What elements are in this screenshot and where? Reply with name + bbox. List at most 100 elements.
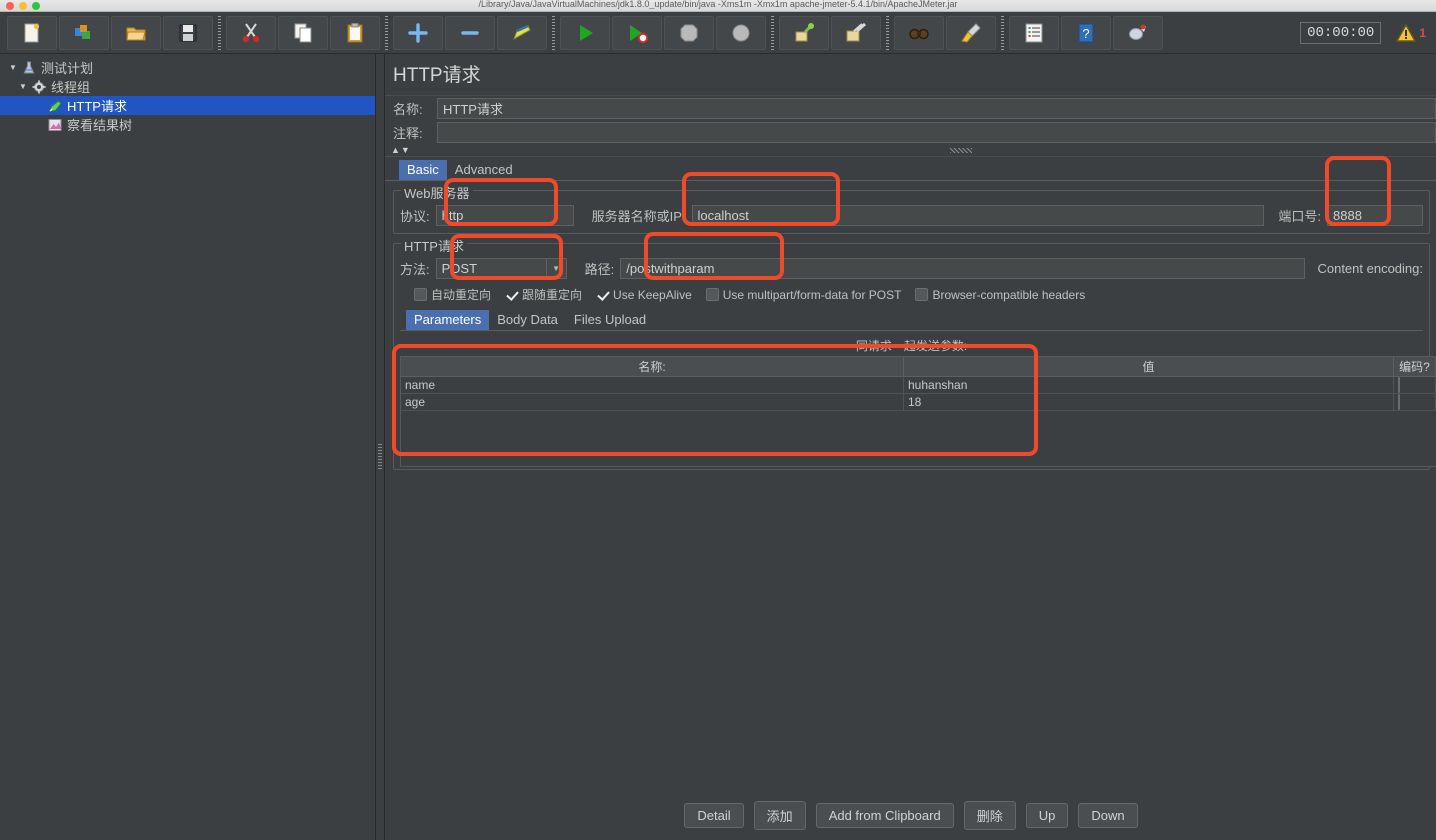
path-input[interactable]	[620, 258, 1306, 279]
delete-button[interactable]: 删除	[963, 801, 1016, 830]
method-path-row: 方法: ▼ 路径: Content encoding:	[400, 258, 1423, 279]
tab-basic[interactable]: Basic	[399, 160, 447, 180]
panel-splitter[interactable]	[376, 54, 384, 840]
resize-handle[interactable]	[950, 148, 972, 153]
tab-body-data[interactable]: Body Data	[489, 310, 566, 330]
down-button[interactable]: Down	[1078, 803, 1138, 828]
detail-button[interactable]: Detail	[684, 803, 744, 828]
checkbox-box[interactable]	[915, 288, 929, 301]
warning-indicator[interactable]: 1	[1395, 23, 1426, 43]
toolbar-group-edit	[225, 15, 381, 50]
checkbox-box[interactable]	[414, 288, 427, 301]
cell-param-value[interactable]: 18	[903, 393, 1394, 411]
comment-row: 注释:	[385, 120, 1436, 144]
column-header-name[interactable]: 名称:	[401, 357, 904, 377]
add-button[interactable]: 添加	[753, 801, 806, 830]
main-toolbar: ? 00:00:00 1	[0, 12, 1436, 54]
sidebar-item-view-results-tree[interactable]: 察看结果树	[0, 115, 375, 134]
name-row: 名称:	[385, 96, 1436, 120]
bird-button[interactable]	[1113, 15, 1163, 50]
clear-button[interactable]	[779, 15, 829, 50]
collapse-expand-row[interactable]: ▲ ▼	[385, 144, 1436, 157]
table-row[interactable]: name huhanshan	[401, 376, 1436, 394]
checkbox-browser-compatible-headers[interactable]: Browser-compatible headers	[915, 288, 1085, 302]
table-empty-area[interactable]	[401, 411, 1436, 466]
help-button[interactable]: ?	[1061, 15, 1111, 50]
toolbar-separator	[771, 15, 774, 50]
sidebar-item-thread-group[interactable]: ▼ 线程组	[0, 77, 375, 96]
checkbox-label: 自动重定向	[431, 288, 492, 302]
checkbox-auto-redirect[interactable]: 自动重定向	[414, 286, 491, 303]
table-header-row: 名称: 值 编码?	[401, 357, 1436, 377]
start-no-pauses-button[interactable]	[612, 15, 662, 50]
comment-input[interactable]	[437, 121, 1436, 143]
templates-button[interactable]	[59, 15, 109, 50]
search-button[interactable]	[894, 15, 944, 50]
port-input[interactable]	[1327, 205, 1423, 226]
cut-button[interactable]	[226, 15, 276, 50]
add-from-clipboard-button[interactable]: Add from Clipboard	[815, 803, 954, 828]
chevron-down-icon[interactable]: ▼	[545, 258, 567, 279]
method-input[interactable]	[435, 258, 546, 279]
tab-files-upload[interactable]: Files Upload	[566, 310, 654, 330]
protocol-input[interactable]	[435, 205, 574, 226]
checkbox-box[interactable]	[596, 288, 610, 301]
clear-all-button[interactable]	[831, 15, 881, 50]
params-caption: 同请求一起发送参数:	[855, 339, 968, 353]
http-request-group: HTTP请求 方法: ▼ 路径: Content encoding: 自动重定向	[393, 236, 1436, 470]
collapse-up-icon[interactable]: ▲	[391, 145, 400, 155]
web-server-row: 协议: 服务器名称或IP: 端口号:	[400, 205, 1423, 226]
window-titlebar: /Library/Java/JavaVirtualMachines/jdk1.8…	[0, 0, 1436, 12]
new-button[interactable]	[7, 15, 57, 50]
sidebar-item-label: HTTP请求	[67, 99, 127, 114]
shutdown-button[interactable]	[716, 15, 766, 50]
open-button[interactable]	[111, 15, 161, 50]
reset-search-button[interactable]	[946, 15, 996, 50]
up-button[interactable]: Up	[1025, 803, 1069, 828]
toolbar-group-clear	[778, 15, 882, 50]
checkbox-follow-redirects[interactable]: 跟随重定向	[505, 286, 582, 303]
run-timer: 00:00:00	[1300, 21, 1382, 44]
encode-checkbox[interactable]	[1398, 394, 1400, 410]
svg-text:?: ?	[1082, 26, 1089, 41]
encode-checkbox[interactable]	[1398, 377, 1400, 393]
cell-param-encode[interactable]	[1393, 376, 1436, 394]
params-button-bar: Detail 添加 Add from Clipboard 删除 Up Down	[385, 801, 1436, 830]
sidebar-item-http-request[interactable]: HTTP请求	[0, 96, 375, 115]
web-server-group-title: Web服务器	[401, 183, 473, 202]
tab-parameters[interactable]: Parameters	[406, 310, 490, 330]
column-header-value[interactable]: 值	[903, 357, 1394, 377]
copy-button[interactable]	[278, 15, 328, 50]
start-button[interactable]	[560, 15, 610, 50]
server-name-input[interactable]	[691, 205, 1265, 226]
table-row[interactable]: age 18	[401, 393, 1436, 411]
checkbox-use-multipart[interactable]: Use multipart/form-data for POST	[705, 288, 901, 302]
checkbox-box[interactable]	[505, 288, 519, 301]
cell-param-name[interactable]: age	[401, 393, 904, 411]
cell-param-name[interactable]: name	[401, 376, 904, 394]
parameters-table[interactable]: 名称: 值 编码? name huhanshan age 18	[400, 356, 1436, 467]
expand-all-button[interactable]	[393, 15, 443, 50]
collapse-down-icon[interactable]: ▼	[401, 145, 410, 155]
cell-param-value[interactable]: huhanshan	[903, 376, 1394, 394]
checkbox-use-keepalive[interactable]: Use KeepAlive	[596, 288, 692, 302]
tab-advanced[interactable]: Advanced	[447, 160, 521, 180]
sidebar-item-test-plan[interactable]: ▼ 测试计划	[0, 58, 375, 77]
collapse-all-button[interactable]	[445, 15, 495, 50]
function-helper-button[interactable]	[1009, 15, 1059, 50]
protocol-label: 协议:	[400, 209, 430, 224]
cell-param-encode[interactable]	[1393, 393, 1436, 411]
toggle-pencil-button[interactable]	[497, 15, 547, 50]
name-input[interactable]	[437, 97, 1436, 119]
method-combo[interactable]: ▼	[435, 258, 567, 279]
twisty-icon[interactable]: ▼	[16, 82, 30, 91]
splitter-grip[interactable]	[378, 444, 382, 470]
twisty-icon[interactable]: ▼	[6, 63, 20, 72]
checkbox-box[interactable]	[705, 288, 719, 301]
page-title: HTTP请求	[385, 54, 1436, 96]
save-button[interactable]	[163, 15, 213, 50]
test-plan-tree: ▼ 测试计划 ▼ 线程组 HTTP请求 察看结果树	[0, 54, 376, 840]
paste-button[interactable]	[330, 15, 380, 50]
column-header-encode[interactable]: 编码?	[1393, 357, 1436, 377]
stop-button[interactable]	[664, 15, 714, 50]
